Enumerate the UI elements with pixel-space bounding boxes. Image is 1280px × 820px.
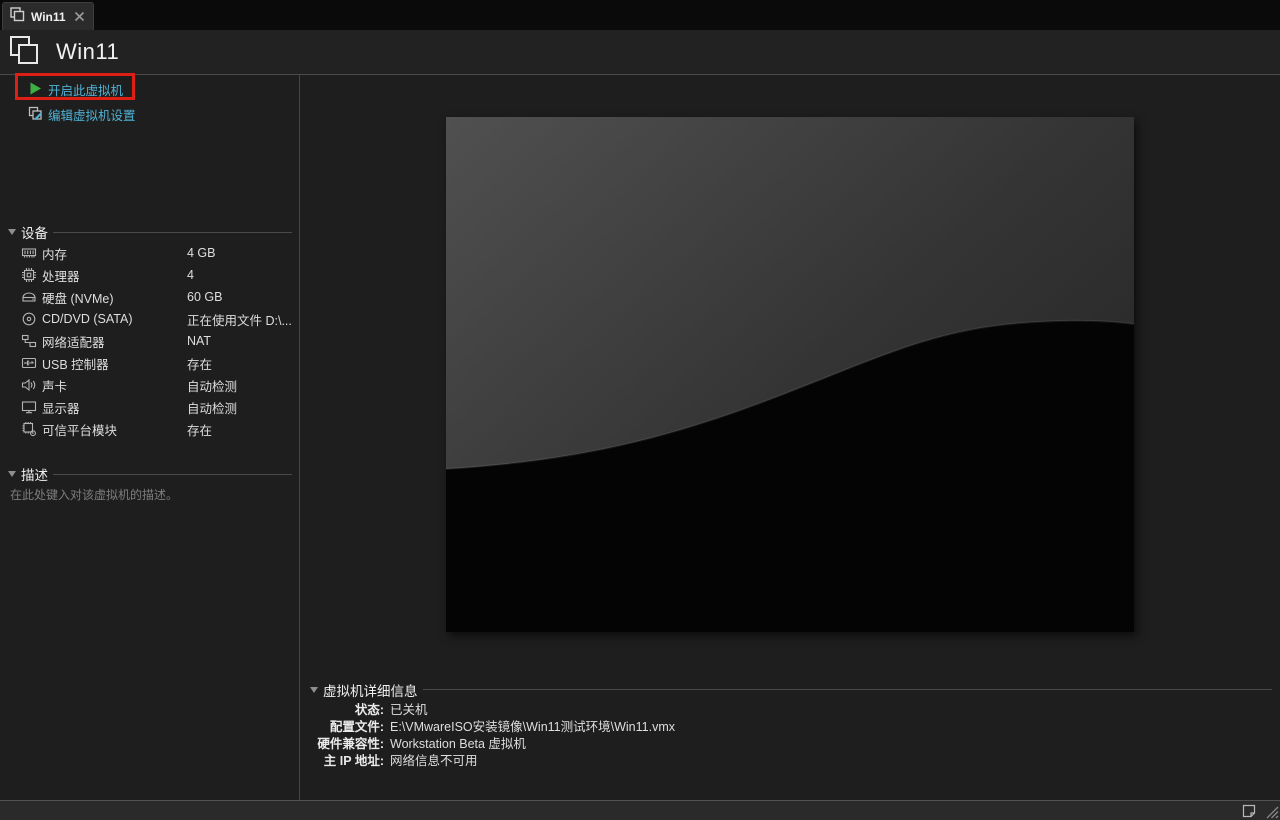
description-section-header[interactable]: 描述 bbox=[8, 464, 292, 484]
device-list: 内存 4 GB 处理器 4 bbox=[0, 242, 300, 440]
edit-settings-icon bbox=[28, 106, 43, 124]
description-placeholder[interactable]: 在此处键入对该虚拟机的描述。 bbox=[10, 486, 178, 503]
power-on-vm-label: 开启此虚拟机 bbox=[48, 80, 123, 99]
disk-icon bbox=[21, 289, 37, 305]
device-row-tpm[interactable]: 可信平台模块 存在 bbox=[0, 418, 300, 440]
content: 开启此虚拟机 编辑虚拟机设置 设备 bbox=[0, 75, 1280, 800]
device-value: 自动检测 bbox=[187, 398, 237, 417]
vm-details-section: 虚拟机详细信息 状态: 已关机 配置文件: E:\VMwareISO安装镜像\W… bbox=[310, 681, 1272, 768]
device-row-sound[interactable]: 声卡 自动检测 bbox=[0, 374, 300, 396]
detail-row-config-file: 配置文件: E:\VMwareISO安装镜像\Win11测试环境\Win11.v… bbox=[310, 717, 1272, 734]
vm-header: Win11 bbox=[0, 30, 1280, 75]
cpu-icon bbox=[21, 267, 37, 283]
tab-win11[interactable]: Win11 bbox=[2, 2, 94, 30]
device-label: 声卡 bbox=[42, 376, 67, 395]
devices-section-header[interactable]: 设备 bbox=[8, 222, 292, 242]
vm-details-header[interactable]: 虚拟机详细信息 bbox=[310, 681, 1272, 698]
vm-icon-large bbox=[8, 34, 40, 71]
device-row-display[interactable]: 显示器 自动检测 bbox=[0, 396, 300, 418]
detail-label: 主 IP 地址: bbox=[310, 750, 384, 769]
detail-row-hw-compat: 硬件兼容性: Workstation Beta 虚拟机 bbox=[310, 734, 1272, 751]
device-value: 自动检测 bbox=[187, 376, 237, 395]
vm-details-label: 虚拟机详细信息 bbox=[323, 680, 418, 700]
vm-preview-screen[interactable] bbox=[446, 117, 1134, 632]
memory-icon bbox=[21, 245, 37, 261]
collapse-triangle-icon bbox=[8, 471, 16, 477]
device-row-memory[interactable]: 内存 4 GB bbox=[0, 242, 300, 264]
status-bar bbox=[0, 800, 1280, 820]
device-value: 存在 bbox=[187, 420, 212, 439]
device-row-cpu[interactable]: 处理器 4 bbox=[0, 264, 300, 286]
device-label: 可信平台模块 bbox=[42, 420, 117, 439]
collapse-triangle-icon bbox=[8, 229, 16, 235]
sound-icon bbox=[21, 377, 37, 393]
device-row-network[interactable]: 网络适配器 NAT bbox=[0, 330, 300, 352]
tab-label: Win11 bbox=[31, 10, 66, 24]
usb-icon bbox=[21, 355, 37, 371]
main-panel: 虚拟机详细信息 状态: 已关机 配置文件: E:\VMwareISO安装镜像\W… bbox=[300, 75, 1280, 800]
section-rule bbox=[53, 232, 292, 233]
device-row-cddvd[interactable]: CD/DVD (SATA) 正在使用文件 D:\... bbox=[0, 308, 300, 330]
power-on-vm-link[interactable]: 开启此虚拟机 bbox=[28, 80, 123, 99]
detail-row-ip: 主 IP 地址: 网络信息不可用 bbox=[310, 751, 1272, 768]
devices-section-label: 设备 bbox=[21, 222, 48, 242]
device-label: 显示器 bbox=[42, 398, 80, 417]
device-row-disk[interactable]: 硬盘 (NVMe) 60 GB bbox=[0, 286, 300, 308]
device-value: NAT bbox=[187, 334, 211, 348]
display-icon bbox=[21, 399, 37, 415]
tpm-icon bbox=[21, 421, 37, 437]
device-label: 处理器 bbox=[42, 266, 80, 285]
collapse-triangle-icon bbox=[310, 687, 318, 693]
tab-close-icon[interactable] bbox=[74, 11, 85, 22]
page-title: Win11 bbox=[56, 39, 119, 65]
cd-icon bbox=[21, 311, 37, 327]
description-section-label: 描述 bbox=[21, 464, 48, 484]
sidebar: 开启此虚拟机 编辑虚拟机设置 设备 bbox=[0, 75, 300, 800]
section-rule bbox=[53, 474, 292, 475]
play-icon bbox=[28, 81, 43, 99]
device-label: 内存 bbox=[42, 244, 67, 263]
detail-value: 网络信息不可用 bbox=[390, 750, 478, 769]
device-value: 4 GB bbox=[187, 246, 216, 260]
device-row-usb[interactable]: USB 控制器 存在 bbox=[0, 352, 300, 374]
detail-row-state: 状态: 已关机 bbox=[310, 700, 1272, 717]
section-rule bbox=[423, 689, 1273, 690]
device-value: 60 GB bbox=[187, 290, 222, 304]
device-value: 存在 bbox=[187, 354, 212, 373]
vm-icon bbox=[9, 6, 25, 27]
device-label: USB 控制器 bbox=[42, 354, 109, 373]
device-label: 硬盘 (NVMe) bbox=[42, 288, 114, 307]
device-value: 4 bbox=[187, 268, 194, 282]
edit-vm-settings-label: 编辑虚拟机设置 bbox=[48, 105, 136, 124]
device-value: 正在使用文件 D:\... bbox=[187, 310, 292, 329]
message-log-icon[interactable] bbox=[1242, 804, 1256, 820]
device-label: 网络适配器 bbox=[42, 332, 105, 351]
resize-grip-icon[interactable] bbox=[1266, 806, 1279, 820]
edit-vm-settings-link[interactable]: 编辑虚拟机设置 bbox=[28, 105, 136, 124]
network-icon bbox=[21, 333, 37, 349]
device-label: CD/DVD (SATA) bbox=[42, 312, 133, 326]
tab-bar: Win11 bbox=[0, 0, 1280, 30]
